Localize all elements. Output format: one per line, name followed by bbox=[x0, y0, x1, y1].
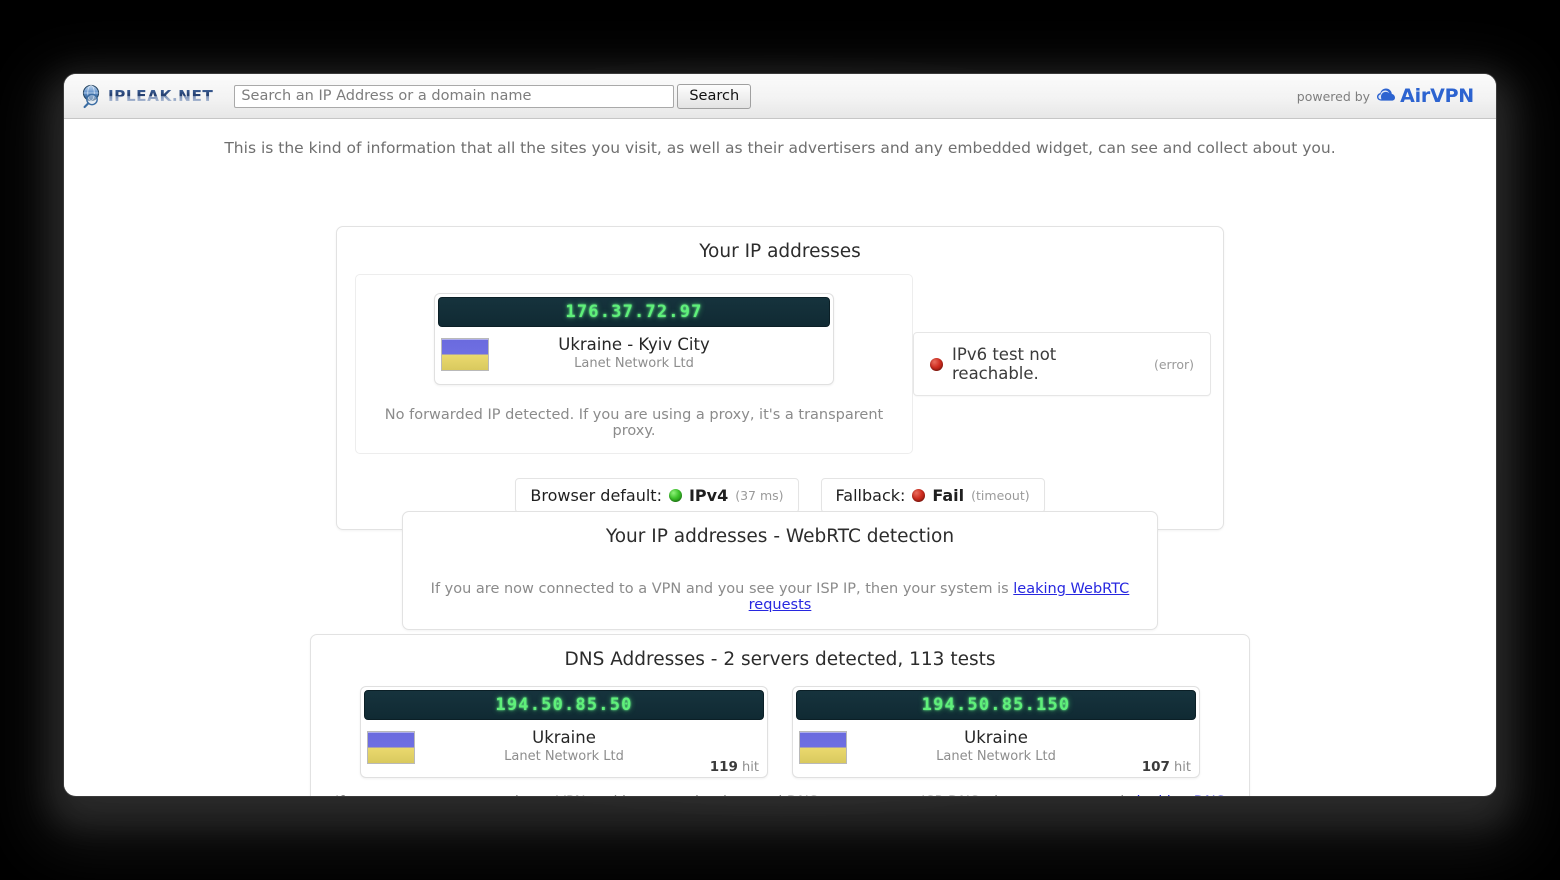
browser-window: IPLEAK.NET Search powered by AirVPN bbox=[64, 74, 1496, 796]
dns-note: If you are now connected to a VPN and be… bbox=[311, 778, 1249, 796]
dns-panel-title: DNS Addresses - 2 servers detected, 113 … bbox=[564, 649, 996, 670]
ipv4-isp: Lanet Network Ltd bbox=[574, 355, 694, 371]
dns-hit-label: hit bbox=[742, 760, 759, 775]
intro-text: This is the kind of information that all… bbox=[224, 139, 1336, 157]
dns-isp: Lanet Network Ltd bbox=[936, 748, 1056, 764]
ukraine-flag-icon bbox=[367, 730, 415, 764]
fallback-detail: (timeout) bbox=[971, 488, 1030, 503]
search-input[interactable] bbox=[234, 84, 675, 108]
dns-server-card[interactable]: 194.50.85.150 Ukraine Lanet Network Ltd … bbox=[792, 686, 1200, 778]
ipv6-section: IPv6 test not reachable. (error) bbox=[913, 274, 1211, 396]
ipv4-address-bar: 176.37.72.97 bbox=[438, 297, 830, 327]
dns-address: 194.50.85.150 bbox=[921, 695, 1071, 715]
browser-default-chip[interactable]: Browser default: IPv4 (37 ms) bbox=[515, 478, 799, 513]
green-status-dot-icon bbox=[668, 489, 682, 502]
airvpn-brand[interactable]: AirVPN bbox=[1376, 85, 1474, 107]
screenshot-stage: IPLEAK.NET Search powered by AirVPN bbox=[0, 0, 1560, 880]
ipv4-address: 176.37.72.97 bbox=[565, 302, 703, 322]
red-status-dot-icon bbox=[912, 489, 926, 502]
dns-hit-label: hit bbox=[1174, 760, 1191, 775]
ip-panel-body: 176.37.72.97 Ukraine - Kyiv City Lanet N… bbox=[337, 274, 1223, 464]
dns-addresses-panel: DNS Addresses - 2 servers detected, 113 … bbox=[310, 634, 1250, 796]
page-content: This is the kind of information that all… bbox=[64, 119, 1496, 796]
dns-server-list: 194.50.85.50 Ukraine Lanet Network Ltd 1… bbox=[311, 682, 1249, 778]
dns-country: Ukraine bbox=[532, 728, 596, 748]
ipv4-card-body: Ukraine - Kyiv City Lanet Network Ltd bbox=[435, 330, 833, 384]
dns-card-body: Ukraine Lanet Network Ltd 107 hit bbox=[793, 723, 1199, 777]
browser-default-value: IPv4 bbox=[688, 486, 729, 505]
globe-magnifier-icon bbox=[80, 83, 106, 109]
ipv4-card[interactable]: 176.37.72.97 Ukraine - Kyiv City Lanet N… bbox=[434, 293, 834, 385]
site-header: IPLEAK.NET Search powered by AirVPN bbox=[64, 74, 1496, 119]
ukraine-flag-icon bbox=[441, 337, 489, 371]
ipv4-country: Ukraine - Kyiv City bbox=[558, 335, 710, 355]
webrtc-note-text: If you are now connected to a VPN and yo… bbox=[430, 581, 1014, 597]
dns-card-body: Ukraine Lanet Network Ltd 119 hit bbox=[361, 723, 767, 777]
airvpn-brand-text: AirVPN bbox=[1400, 85, 1474, 107]
dns-address: 194.50.85.50 bbox=[495, 695, 633, 715]
forwarded-ip-note: No forwarded IP detected. If you are usi… bbox=[384, 407, 884, 439]
your-ip-addresses-panel: Your IP addresses 176.37.72.97 Ukraine -… bbox=[336, 226, 1224, 530]
red-status-dot-icon bbox=[930, 357, 943, 371]
dns-country: Ukraine bbox=[964, 728, 1028, 748]
dns-hit-count: 107 hit bbox=[1142, 759, 1191, 775]
ukraine-flag-icon bbox=[799, 730, 847, 764]
site-logo-text: IPLEAK.NET bbox=[107, 87, 214, 105]
webrtc-panel: Your IP addresses - WebRTC detection If … bbox=[402, 511, 1158, 630]
browser-default-detail: (37 ms) bbox=[735, 488, 784, 503]
ipv6-status-box: IPv6 test not reachable. (error) bbox=[913, 332, 1211, 396]
fallback-value: Fail bbox=[932, 486, 965, 505]
ipv4-location: Ukraine - Kyiv City Lanet Network Ltd bbox=[489, 335, 827, 373]
fallback-label: Fallback: bbox=[835, 486, 906, 505]
ipv4-section: 176.37.72.97 Ukraine - Kyiv City Lanet N… bbox=[355, 274, 913, 454]
dns-address-bar: 194.50.85.50 bbox=[364, 690, 764, 720]
webrtc-panel-title: Your IP addresses - WebRTC detection bbox=[605, 526, 955, 547]
fallback-chip[interactable]: Fallback: Fail (timeout) bbox=[820, 478, 1045, 513]
dns-isp: Lanet Network Ltd bbox=[504, 748, 624, 764]
search-button[interactable]: Search bbox=[677, 83, 752, 109]
ipv6-status-text: IPv6 test not reachable. bbox=[952, 345, 1057, 383]
powered-by: powered by AirVPN bbox=[1297, 85, 1474, 107]
dns-note-text: If you are now connected to a VPN and be… bbox=[335, 794, 1136, 796]
ip-panel-title: Your IP addresses bbox=[699, 241, 861, 262]
dns-hit-count: 119 hit bbox=[710, 759, 759, 775]
powered-by-label: powered by bbox=[1296, 88, 1371, 104]
dns-server-card[interactable]: 194.50.85.50 Ukraine Lanet Network Ltd 1… bbox=[360, 686, 768, 778]
dns-hit-value: 107 bbox=[1141, 759, 1170, 775]
webrtc-note: If you are now connected to a VPN and yo… bbox=[403, 559, 1157, 629]
ipv6-status-detail: (error) bbox=[1153, 356, 1194, 372]
site-logo[interactable]: IPLEAK.NET bbox=[80, 83, 214, 109]
browser-default-label: Browser default: bbox=[530, 486, 662, 505]
dns-hit-value: 119 bbox=[709, 759, 738, 775]
dns-address-bar: 194.50.85.150 bbox=[796, 690, 1196, 720]
cloud-icon bbox=[1376, 85, 1396, 107]
